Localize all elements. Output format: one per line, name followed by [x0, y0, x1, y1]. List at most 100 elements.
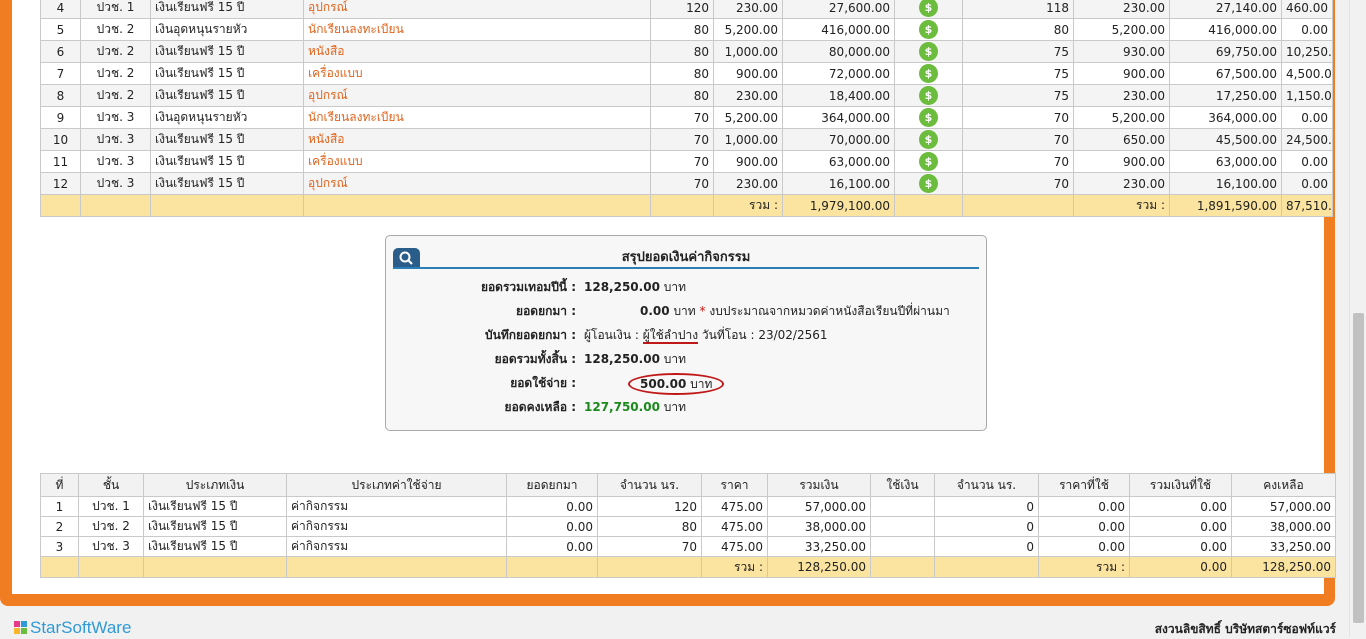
money-bag-icon[interactable]: $	[919, 42, 938, 61]
vertical-scrollbar[interactable]	[1349, 0, 1366, 637]
students-cell: 120	[650, 0, 714, 19]
title-underline	[393, 267, 979, 269]
money-type-cell: เงินอุดหนุนรายหัว	[150, 106, 304, 129]
total-row: รวม :128,250.00 รวม :0.00 128,250.00	[40, 556, 1336, 578]
expense-link[interactable]: อุปกรณ์	[303, 84, 651, 107]
total-used-label: รวม :	[1073, 194, 1170, 217]
spend-action-cell[interactable]: $	[894, 62, 963, 85]
activity-fee-summary-box: สรุปยอดเงินค่ากิจกรรม ยอดรวมเทอมปีนี้ : …	[385, 235, 987, 431]
spend-action-cell[interactable]: $	[894, 0, 963, 19]
empty-cell	[143, 556, 287, 578]
carry-cell: 0.00	[506, 516, 598, 537]
total-row: รวม :1,979,100.00 รวม :1,891,590.00 87,510…	[40, 194, 1333, 217]
spend-action-cell[interactable]: $	[894, 128, 963, 151]
empty-cell	[40, 194, 81, 217]
table-row: 12 ปวช. 3 เงินเรียนฟรี 15 ปี อุปกรณ์ 70 230.0…	[40, 172, 1333, 195]
students-used-cell: 70	[962, 128, 1074, 151]
remaining-cell: 33,250.00	[1231, 536, 1336, 557]
students-used-cell: 118	[962, 0, 1074, 19]
spend-action-cell[interactable]	[870, 496, 935, 517]
empty-cell	[934, 556, 1039, 578]
expense-type-cell: ค่ากิจกรรม	[286, 516, 507, 537]
money-bag-icon[interactable]: $	[919, 0, 938, 17]
expense-link[interactable]: หนังสือ	[303, 128, 651, 151]
record-carry-label: บันทึกยอดยกมา :	[485, 328, 576, 342]
row-number: 5	[40, 18, 81, 41]
money-type-cell: เงินเรียนฟรี 15 ปี	[150, 150, 304, 173]
spend-action-cell[interactable]: $	[894, 150, 963, 173]
money-bag-icon[interactable]: $	[919, 64, 938, 83]
column-header: ใช้เงิน	[870, 473, 935, 497]
students-cell: 80	[650, 40, 714, 63]
students-used-cell: 0	[934, 516, 1039, 537]
students-cell: 70	[650, 172, 714, 195]
empty-cell	[597, 556, 702, 578]
grand-total: 1,979,100.00	[782, 194, 895, 217]
money-type-cell: เงินเรียนฟรี 15 ปี	[150, 0, 304, 19]
total-cell: 72,000.00	[782, 62, 895, 85]
expense-link[interactable]: เครื่องแบบ	[303, 150, 651, 173]
students-cell: 70	[650, 128, 714, 151]
copyright-text: สงวนลิขสิทธิ์ บริษัทสตาร์ซอฟท์แวร์	[1154, 622, 1336, 636]
price-cell: 1,000.00	[713, 128, 783, 151]
spend-action-cell[interactable]: $	[894, 84, 963, 107]
table-row: 1 ปวช. 1 เงินเรียนฟรี 15 ปี ค่ากิจกรรม 0.00 1…	[40, 496, 1336, 517]
price-used-cell: 0.00	[1038, 536, 1130, 557]
spent-value: 500.00	[640, 377, 687, 391]
logo-text: StarSoftWare	[30, 618, 132, 637]
price-used-cell: 900.00	[1073, 150, 1170, 173]
summary-row-remaining: ยอดคงเหลือ : 127,750.00 บาท	[386, 397, 986, 417]
spend-action-cell[interactable]	[870, 536, 935, 557]
spend-action-cell[interactable]: $	[894, 18, 963, 41]
expense-link[interactable]: อุปกรณ์	[303, 0, 651, 19]
expense-link[interactable]: หนังสือ	[303, 40, 651, 63]
price-used-cell: 230.00	[1073, 172, 1170, 195]
money-bag-icon[interactable]: $	[919, 108, 938, 127]
row-number: 2	[40, 516, 79, 537]
table-row: 7 ปวช. 2 เงินเรียนฟรี 15 ปี เครื่องแบบ 80 900…	[40, 62, 1333, 85]
students-cell: 80	[650, 84, 714, 107]
money-bag-icon[interactable]: $	[919, 130, 938, 149]
students-cell: 70	[650, 150, 714, 173]
top-budget-table: 4 ปวช. 1 เงินเรียนฟรี 15 ปี อุปกรณ์ 120 230.0…	[40, 0, 1333, 217]
total-cell: 16,100.00	[782, 172, 895, 195]
empty-cell	[870, 556, 935, 578]
remaining-value: 127,750.00	[584, 400, 660, 414]
total-used-cell: 27,140.00	[1169, 0, 1282, 19]
level-cell: ปวช. 2	[78, 516, 144, 537]
scrollbar-thumb[interactable]	[1353, 313, 1364, 623]
expense-link[interactable]: นักเรียนลงทะเบียน	[303, 106, 651, 129]
column-header: รวมเงินที่ใช้	[1129, 473, 1232, 497]
students-cell: 80	[650, 62, 714, 85]
carry-note: งบประมาณจากหมวดค่าหนังสือเรียนปีที่ผ่านม…	[709, 304, 950, 318]
students-cell: 70	[597, 536, 702, 557]
total-cell: 18,400.00	[782, 84, 895, 107]
expense-link[interactable]: เครื่องแบบ	[303, 62, 651, 85]
money-type-cell: เงินเรียนฟรี 15 ปี	[150, 172, 304, 195]
transfer-date: 23/02/2561	[758, 328, 828, 342]
price-cell: 475.00	[701, 536, 768, 557]
starsoftware-logo: StarSoftWare	[14, 618, 131, 637]
money-bag-icon[interactable]: $	[919, 20, 938, 39]
expense-link[interactable]: อุปกรณ์	[303, 172, 651, 195]
students-used-cell: 0	[934, 536, 1039, 557]
table-row: 4 ปวช. 1 เงินเรียนฟรี 15 ปี อุปกรณ์ 120 230.0…	[40, 0, 1333, 19]
money-bag-icon[interactable]: $	[919, 152, 938, 171]
spend-action-cell[interactable]: $	[894, 106, 963, 129]
empty-cell	[303, 194, 651, 217]
money-bag-icon[interactable]: $	[919, 174, 938, 193]
summary-row-term-total: ยอดรวมเทอมปีนี้ : 128,250.00 บาท	[386, 277, 986, 297]
money-bag-icon[interactable]: $	[919, 86, 938, 105]
price-used-cell: 650.00	[1073, 128, 1170, 151]
total-used-cell: 63,000.00	[1169, 150, 1282, 173]
money-type-cell: เงินเรียนฟรี 15 ปี	[143, 536, 287, 557]
price-cell: 230.00	[713, 172, 783, 195]
level-cell: ปวช. 2	[80, 40, 151, 63]
expense-link[interactable]: นักเรียนลงทะเบียน	[303, 18, 651, 41]
price-cell: 475.00	[701, 496, 768, 517]
spend-action-cell[interactable]	[870, 516, 935, 537]
remaining-label: ยอดคงเหลือ :	[504, 400, 576, 414]
spend-action-cell[interactable]: $	[894, 40, 963, 63]
spend-action-cell[interactable]: $	[894, 172, 963, 195]
students-cell: 70	[650, 106, 714, 129]
